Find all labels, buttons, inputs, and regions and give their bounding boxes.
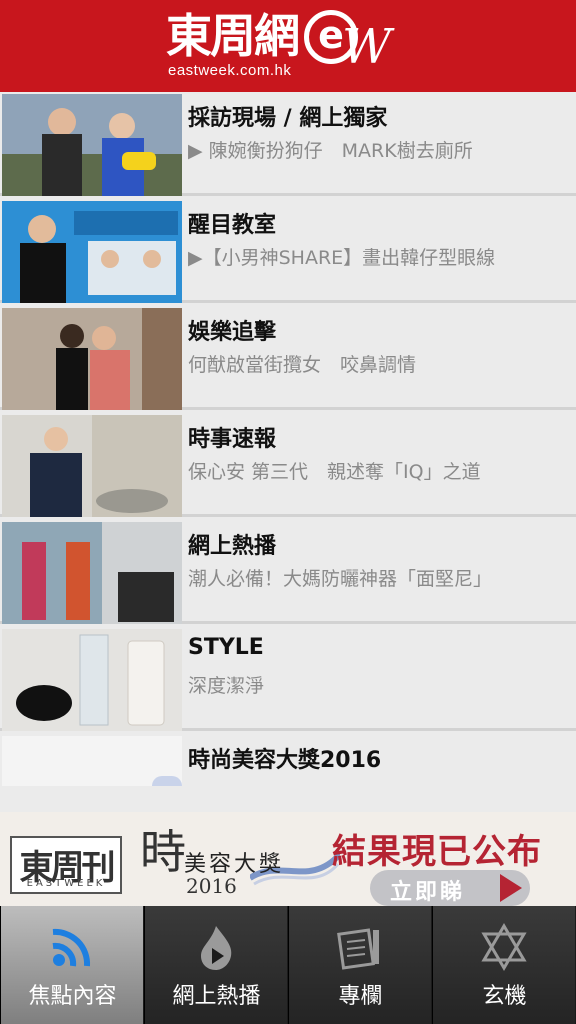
news-subtitle: 保心安 第三代 親述奪「IQ」之道 — [188, 461, 481, 483]
watch-now-label: 立即睇 — [390, 880, 466, 905]
tab-label: 焦點內容 — [28, 984, 117, 1009]
logo-w: W — [342, 19, 392, 75]
banner-year: 2016 — [186, 874, 237, 898]
news-item-entertainment[interactable]: 娛樂追擊 何猷啟當街攬女 咬鼻調情 — [0, 306, 576, 410]
eastweek-logo: 東周刊 EASTWEEK — [10, 836, 122, 894]
watch-now-button[interactable]: 立即睇 — [370, 870, 530, 906]
news-item-class[interactable]: 醒目教室 ▶【小男神SHARE】畫出韓仔型眼線 — [0, 199, 576, 303]
thumbnail-current-affairs — [2, 415, 182, 517]
tab-label: 網上熱播 — [172, 984, 261, 1009]
news-item-interview[interactable]: 採訪現場 / 網上獨家 ▶ 陳婉衡扮狗仔 MARK樹去廁所 — [0, 92, 576, 196]
eastweek-logo-en: EASTWEEK — [26, 878, 106, 889]
news-title: 醒目教室 — [188, 213, 277, 238]
news-title: 時尚美容大獎2016 — [188, 748, 382, 773]
tab-mystic[interactable]: 玄機 — [432, 906, 575, 1024]
logo-chinese: 東周網 — [166, 9, 300, 63]
bottom-tab-bar: 焦點內容 網上熱播 專欄 玄機 — [0, 906, 576, 1024]
thumbnail-beauty-award — [2, 736, 182, 786]
news-item-style[interactable]: STYLE 深度潔淨 — [0, 627, 576, 731]
news-subtitle: 潮人必備！大媽防曬神器「面堅尼」 — [188, 568, 493, 590]
tab-hot[interactable]: 網上熱播 — [144, 906, 287, 1024]
news-title: 時事速報 — [188, 427, 277, 452]
site-logo[interactable]: 東周網 e W eastweek.com.hk — [166, 8, 416, 86]
star-of-david-icon — [481, 923, 527, 971]
beauty-award-banner[interactable]: 東周刊 EASTWEEK 時 美容大獎 2016 結果現已公布 立即睇 — [0, 812, 576, 908]
thumbnail-class — [2, 201, 182, 303]
banner-shi-glyph: 時 — [140, 825, 186, 879]
news-item-hot[interactable]: 網上熱播 潮人必備！大媽防曬神器「面堅尼」 — [0, 520, 576, 624]
thumbnail-hot — [2, 522, 182, 624]
news-title: 網上熱播 — [188, 534, 277, 559]
banner-result-text: 結果現已公布 — [332, 832, 542, 872]
news-subtitle: 何猷啟當街攬女 咬鼻調情 — [188, 354, 417, 376]
thumbnail-interview — [2, 94, 182, 196]
tab-label: 專欄 — [338, 984, 383, 1009]
news-subtitle: ▶【小男神SHARE】畫出韓仔型眼線 — [188, 247, 496, 269]
news-subtitle: ▶ 陳婉衡扮狗仔 MARK樹去廁所 — [188, 140, 473, 162]
notebook-pen-icon — [337, 928, 379, 970]
logo-url: eastweek.com.hk — [168, 62, 292, 79]
news-item-current-affairs[interactable]: 時事速報 保心安 第三代 親述奪「IQ」之道 — [0, 413, 576, 517]
news-title: STYLE — [188, 635, 264, 660]
wifi-icon — [52, 928, 91, 967]
app-header: 東周網 e W eastweek.com.hk — [0, 0, 576, 92]
thumbnail-style — [2, 629, 182, 731]
thumbnail-entertainment — [2, 308, 182, 410]
tab-columns[interactable]: 專欄 — [288, 906, 431, 1024]
news-title: 採訪現場 / 網上獨家 — [188, 106, 388, 131]
play-arrow-icon — [500, 874, 522, 902]
news-item-beauty-award[interactable]: 時尚美容大獎2016 — [0, 734, 576, 786]
tab-label: 玄機 — [482, 984, 527, 1009]
tab-focus[interactable]: 焦點內容 — [0, 906, 143, 1024]
news-title: 娛樂追擊 — [188, 320, 277, 345]
flame-play-icon — [201, 926, 232, 970]
news-subtitle: 深度潔淨 — [188, 675, 265, 697]
news-list[interactable]: 採訪現場 / 網上獨家 ▶ 陳婉衡扮狗仔 MARK樹去廁所 醒目教室 ▶【小男神… — [0, 92, 576, 786]
